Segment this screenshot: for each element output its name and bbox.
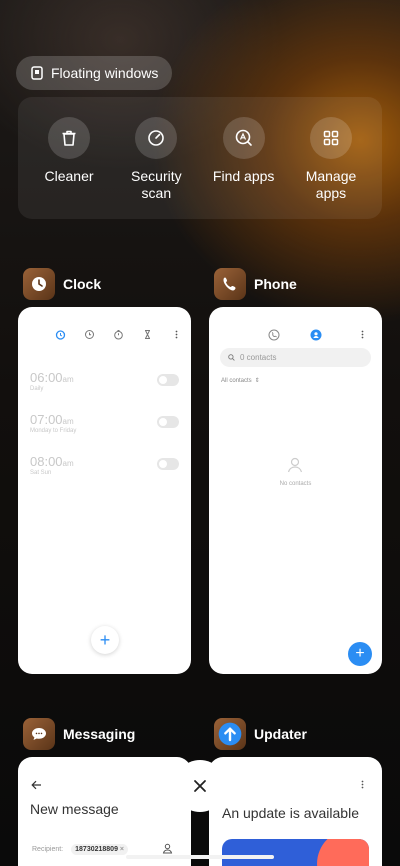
find-apps-button[interactable]: Find apps xyxy=(205,117,283,219)
phone-app-icon xyxy=(214,268,246,300)
find-apps-label: Find apps xyxy=(212,168,275,184)
search-placeholder: 0 contacts xyxy=(240,353,277,362)
clock-app-title: Clock xyxy=(63,276,102,292)
recipient-row[interactable]: Recipient: 18730218809 × xyxy=(32,844,129,855)
contacts-tab-icon[interactable] xyxy=(310,329,322,341)
shield-scan-icon xyxy=(135,117,178,159)
timer-tab-icon[interactable] xyxy=(142,329,153,340)
update-available-heading: An update is available xyxy=(222,805,359,821)
add-contact-button[interactable]: + xyxy=(348,642,372,666)
alarm-repeat: Sat Sun xyxy=(30,470,52,476)
alarm-repeat: Monday to Friday xyxy=(30,428,77,434)
home-indicator[interactable] xyxy=(126,855,274,859)
security-scan-label-line: Security scan xyxy=(131,168,182,201)
alarm-item[interactable]: 06:00am Daily xyxy=(30,370,179,402)
alarm-repeat: Daily xyxy=(30,386,44,392)
recents-tab-icon[interactable] xyxy=(268,329,280,341)
contacts-filter-dropdown[interactable]: All contacts ⇕ xyxy=(221,377,260,385)
contacts-search-input[interactable]: 0 contacts xyxy=(220,348,371,367)
stopwatch-tab-icon[interactable] xyxy=(113,329,124,340)
recipient-chip[interactable]: 18730218809 × xyxy=(71,844,129,855)
more-icon[interactable] xyxy=(171,329,182,340)
trash-icon xyxy=(48,117,90,159)
messaging-app-icon xyxy=(23,718,55,750)
app-search-icon xyxy=(222,117,265,159)
security-scan-button[interactable]: Security scan xyxy=(117,117,195,219)
close-all-button[interactable] xyxy=(174,760,226,812)
updater-app-header[interactable]: Updater xyxy=(214,718,307,750)
alarm-item[interactable]: 07:00am Monday to Friday xyxy=(30,412,179,444)
back-arrow-icon[interactable] xyxy=(31,780,42,790)
updater-app-icon xyxy=(214,718,246,750)
messaging-app-header[interactable]: Messaging xyxy=(23,718,135,750)
floating-window-icon xyxy=(31,66,43,80)
empty-contacts-icon xyxy=(287,457,303,473)
world-clock-tab-icon[interactable] xyxy=(84,329,95,340)
add-contact-icon[interactable] xyxy=(162,843,173,854)
phone-app-card[interactable]: 0 contacts All contacts ⇕ No contacts + xyxy=(209,307,382,674)
alarm-toggle[interactable] xyxy=(157,374,179,386)
more-icon[interactable] xyxy=(357,329,368,340)
update-banner-graphic xyxy=(222,839,369,866)
messaging-app-title: Messaging xyxy=(63,726,136,742)
floating-windows-button[interactable]: Floating windows xyxy=(16,56,173,90)
recipient-label: Recipient: xyxy=(32,846,64,853)
updater-app-card[interactable]: An update is available xyxy=(209,757,382,866)
contacts-filter-label: All contacts xyxy=(221,377,252,384)
empty-contacts-label: No contacts xyxy=(279,481,312,487)
alarm-tab-icon[interactable] xyxy=(55,329,66,340)
cleaner-button[interactable]: Cleaner xyxy=(30,117,108,219)
alarm-item[interactable]: 08:00am Sat Sun xyxy=(30,454,179,486)
more-icon[interactable] xyxy=(357,779,368,790)
manage-apps-label: Manage apps xyxy=(305,168,357,201)
alarm-toggle[interactable] xyxy=(157,416,179,428)
phone-app-header[interactable]: Phone xyxy=(214,268,297,300)
search-icon xyxy=(228,354,235,361)
quick-actions-panel: Cleaner Security scan Find apps Manage a… xyxy=(18,97,382,219)
new-message-heading: New message xyxy=(30,801,119,817)
add-alarm-button[interactable]: + xyxy=(91,626,119,654)
clock-app-card[interactable]: 06:00am Daily 07:00am Monday to Friday 0… xyxy=(18,307,191,674)
alarm-toggle[interactable] xyxy=(157,458,179,470)
manage-apps-button[interactable]: Manage apps xyxy=(292,117,370,219)
clock-app-header[interactable]: Clock xyxy=(23,268,101,300)
sort-icon: ⇕ xyxy=(254,378,260,384)
clock-tabs xyxy=(55,329,182,340)
updater-app-title: Updater xyxy=(254,726,307,742)
floating-windows-label: Floating windows xyxy=(51,65,159,81)
cleaner-label: Cleaner xyxy=(44,168,94,184)
close-icon xyxy=(194,780,206,792)
messaging-app-card[interactable]: New message Recipient: 18730218809 × xyxy=(18,757,191,866)
grid-icon xyxy=(309,117,352,159)
phone-app-title: Phone xyxy=(254,276,297,292)
security-scan-label: Security scan xyxy=(131,168,182,202)
clock-app-icon xyxy=(23,268,55,300)
